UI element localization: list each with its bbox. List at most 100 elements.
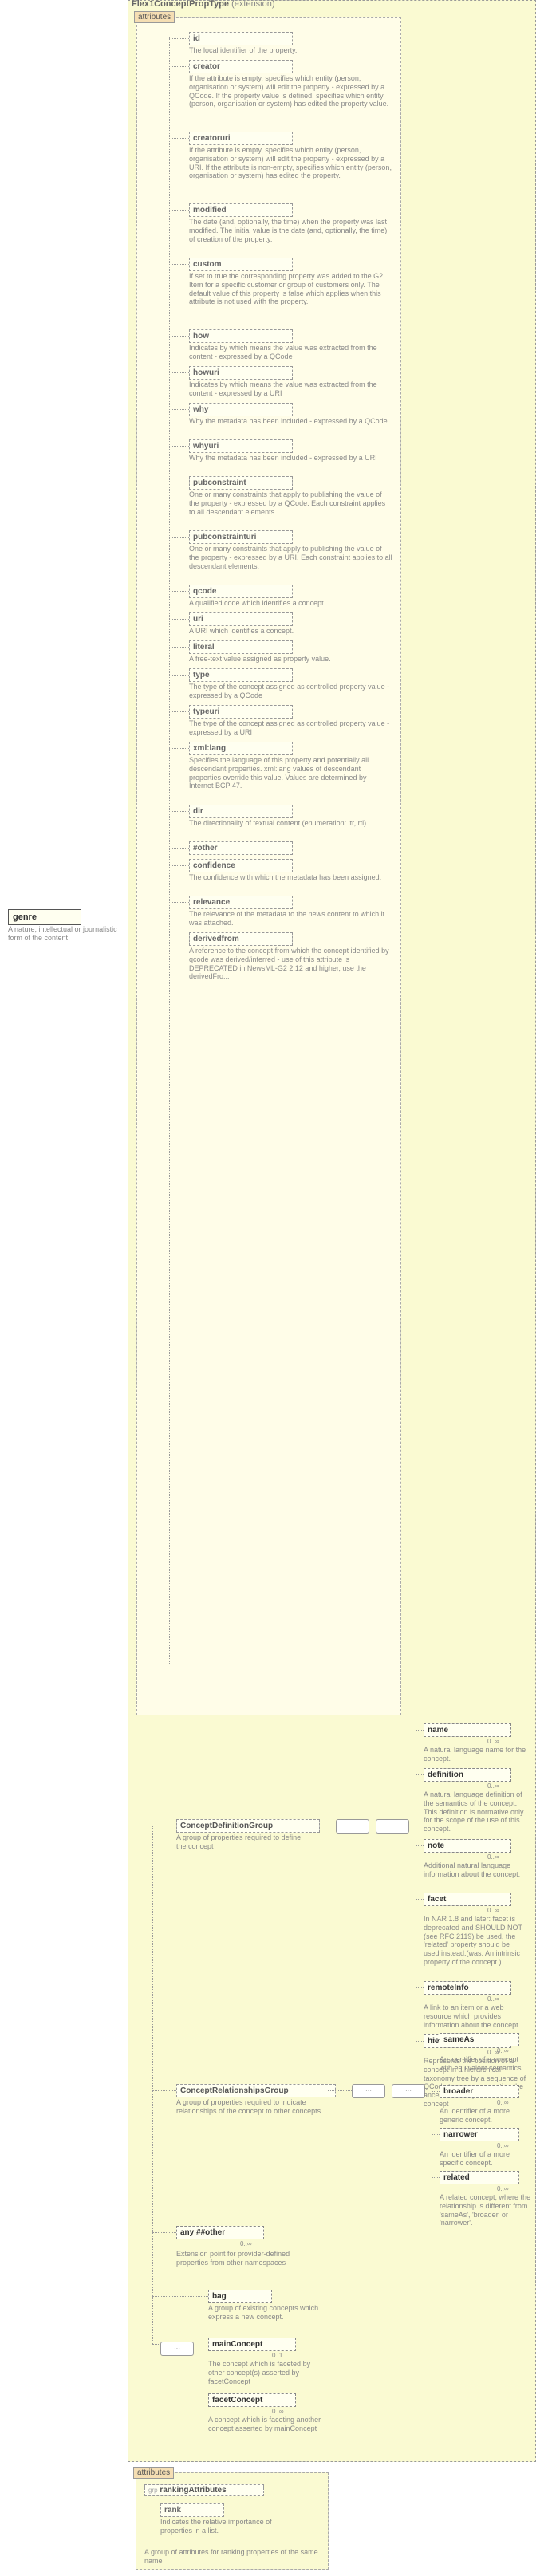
elem-note[interactable]: note — [424, 1839, 511, 1853]
attr-desc: The type of the concept assigned as cont… — [189, 683, 392, 700]
connector — [432, 2091, 440, 2093]
connector — [169, 865, 189, 867]
attr-confidence[interactable]: confidence — [189, 859, 293, 872]
connector — [432, 2039, 440, 2041]
connector — [152, 2296, 208, 2298]
connector — [169, 483, 189, 484]
attr-uri[interactable]: uri — [189, 612, 293, 626]
attr-pubconstrainturi[interactable]: pubconstrainturi — [189, 530, 293, 544]
connector — [416, 1987, 424, 1989]
ranking-attributes-group[interactable]: grp rankingAttributes — [144, 2484, 264, 2496]
elem-broader[interactable]: broader — [440, 2085, 519, 2098]
attr-typeuri[interactable]: typeuri — [189, 705, 293, 719]
facet-concept-element[interactable]: facetConcept — [208, 2393, 296, 2407]
connector — [169, 372, 189, 374]
attr-desc: The local identifier of the property. — [189, 46, 392, 55]
attributes-header: attributes — [134, 11, 175, 23]
connector — [328, 2090, 352, 2092]
attr-pubconstraint[interactable]: pubconstraint — [189, 476, 293, 490]
bag-element[interactable]: bag — [208, 2290, 272, 2303]
connector — [169, 675, 189, 676]
attr-derivedfrom[interactable]: derivedfrom — [189, 932, 293, 946]
facet-desc: A concept which is faceting another conc… — [208, 2416, 336, 2433]
attr-literal[interactable]: literal — [189, 640, 293, 654]
attr-why[interactable]: why — [189, 403, 293, 416]
cardinality: 0..∞ — [487, 1782, 499, 1790]
elem-desc: An identifier of a more specific concept… — [440, 2150, 531, 2168]
elem-narrower[interactable]: narrower — [440, 2128, 519, 2141]
elem-facet[interactable]: facet — [424, 1893, 511, 1906]
connector — [169, 711, 189, 713]
any-other-element[interactable]: any ##other — [176, 2226, 264, 2239]
attr-other[interactable]: #other — [189, 841, 293, 855]
extension-label: (extension) — [231, 0, 274, 9]
elem-desc: A link to an item or a web resource whic… — [424, 2003, 527, 2029]
main-concept-element[interactable]: mainConcept — [208, 2338, 296, 2351]
connector — [169, 748, 189, 750]
attr-desc: A qualified code which identifies a conc… — [189, 599, 392, 608]
ranking-attributes-container: attributes grp rankingAttributes rank In… — [136, 2472, 329, 2570]
attr-desc: The confidence with which the metadata h… — [189, 873, 392, 882]
attr-id[interactable]: id — [189, 32, 293, 45]
attr-desc: Indicates by which means the value was e… — [189, 380, 392, 398]
attr-desc: Specifies the language of this property … — [189, 756, 392, 790]
cardinality: 0..∞ — [497, 2047, 509, 2054]
concept-definition-group[interactable]: ConceptDefinitionGroup — [176, 1819, 320, 1833]
elem-sameAs[interactable]: sameAs — [440, 2033, 519, 2046]
cardinality: 0..∞ — [487, 1995, 499, 2003]
rank-attr-header: attributes — [133, 2467, 174, 2479]
concept-relationships-group[interactable]: ConceptRelationshipsGroup — [176, 2084, 336, 2097]
any-desc: Extension point for provider-defined pro… — [176, 2250, 312, 2267]
main-spine — [152, 1826, 154, 2344]
attr-desc: A reference to the concept from which th… — [189, 947, 392, 981]
cardinality: 0..∞ — [497, 2185, 509, 2192]
ranking-attributes-label: rankingAttributes — [160, 2486, 226, 2495]
cardinality: 0..∞ — [497, 2099, 509, 2106]
grp-label: grp — [148, 2487, 158, 2494]
attr-desc: Why the metadata has been included - exp… — [189, 454, 392, 463]
connector — [432, 2134, 440, 2136]
attr-desc: Why the metadata has been included - exp… — [189, 417, 392, 426]
attr-whyuri[interactable]: whyuri — [189, 439, 293, 453]
connector — [152, 2090, 176, 2092]
attr-how[interactable]: how — [189, 329, 293, 343]
elem-desc: An identifier of a more generic concept. — [440, 2107, 531, 2125]
connector — [169, 619, 189, 620]
cdg-spine — [416, 1727, 417, 2023]
connector — [169, 811, 189, 813]
attributes-container: attributes idThe local identifier of the… — [136, 17, 401, 1715]
cardinality: 0..∞ — [487, 1907, 499, 1914]
attr-desc: The directionality of textual content (e… — [189, 819, 392, 828]
seq-icon: ··· — [336, 1819, 369, 1834]
attr-desc: The date (and, optionally, the time) whe… — [189, 218, 392, 243]
attr-spine — [169, 37, 171, 1664]
connector — [169, 446, 189, 447]
connector — [169, 66, 189, 68]
elem-remoteInfo[interactable]: remoteInfo — [424, 1981, 511, 1995]
attr-creator[interactable]: creator — [189, 60, 293, 73]
connector — [152, 2232, 176, 2234]
connector — [416, 1845, 424, 1847]
elem-definition[interactable]: definition — [424, 1768, 511, 1782]
attr-howuri[interactable]: howuri — [189, 366, 293, 380]
seq-icon: ··· — [352, 2084, 385, 2098]
cardinality: 0..∞ — [497, 2142, 509, 2149]
rank-attribute[interactable]: rank — [160, 2503, 224, 2517]
connector — [169, 902, 189, 904]
elem-name[interactable]: name — [424, 1723, 511, 1737]
elem-related[interactable]: related — [440, 2171, 519, 2184]
root-element-genre[interactable]: genre — [8, 909, 81, 925]
cardinality: 0..∞ — [240, 2240, 252, 2247]
attr-dir[interactable]: dir — [189, 805, 293, 818]
attr-modified[interactable]: modified — [189, 203, 293, 217]
main-desc: The concept which is faceted by other co… — [208, 2360, 328, 2385]
attr-creatoruri[interactable]: creatoruri — [189, 132, 293, 145]
attr-type[interactable]: type — [189, 668, 293, 682]
attr-custom[interactable]: custom — [189, 258, 293, 271]
attr-qcode[interactable]: qcode — [189, 585, 293, 598]
attr-xmllang[interactable]: xml:lang — [189, 742, 293, 755]
connector — [169, 336, 189, 337]
attr-desc: If set to true the corresponding propert… — [189, 272, 392, 306]
attr-relevance[interactable]: relevance — [189, 896, 293, 909]
attr-desc: If the attribute is empty, specifies whi… — [189, 146, 392, 180]
